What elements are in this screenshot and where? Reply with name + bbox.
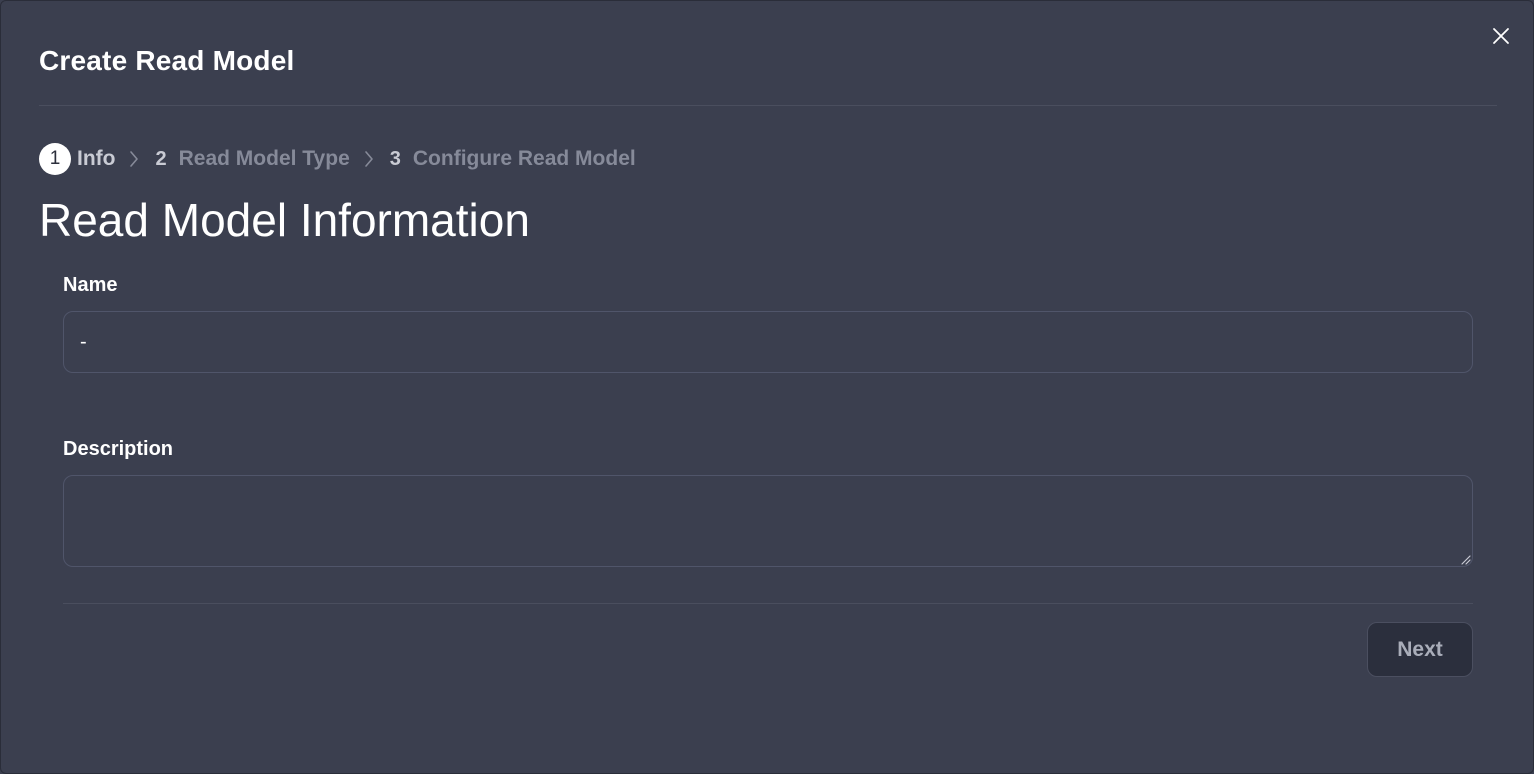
step-label: Read Model Type [178,147,350,170]
name-label: Name [63,274,118,296]
step-info[interactable]: 1 Info [39,143,115,175]
close-icon [1493,28,1509,44]
resize-handle-icon[interactable] [1459,552,1471,565]
close-button[interactable] [1489,24,1513,48]
chevron-right-icon [129,150,139,168]
next-button[interactable]: Next [1367,622,1473,677]
section-title: Read Model Information [39,194,530,246]
chevron-right-icon [364,150,374,168]
step-number: 2 [155,147,167,170]
header-divider [39,105,1497,106]
step-label: Info [77,147,116,170]
dialog-title: Create Read Model [39,45,295,76]
step-number: 3 [389,147,401,170]
name-input[interactable] [63,311,1473,373]
description-label: Description [63,438,174,460]
step-read-model-type[interactable]: 2 Read Model Type [155,147,349,171]
stepper: 1 Info 2 Read Model Type 3 Configure Rea… [39,143,636,175]
step-number-badge: 1 [39,143,71,175]
step-label: Configure Read Model [412,147,636,170]
description-textarea[interactable] [63,475,1473,567]
step-configure-read-model[interactable]: 3 Configure Read Model [390,147,636,171]
footer-divider [63,603,1473,604]
create-read-model-dialog: Create Read Model 1 Info 2 Read Model Ty… [0,0,1534,774]
